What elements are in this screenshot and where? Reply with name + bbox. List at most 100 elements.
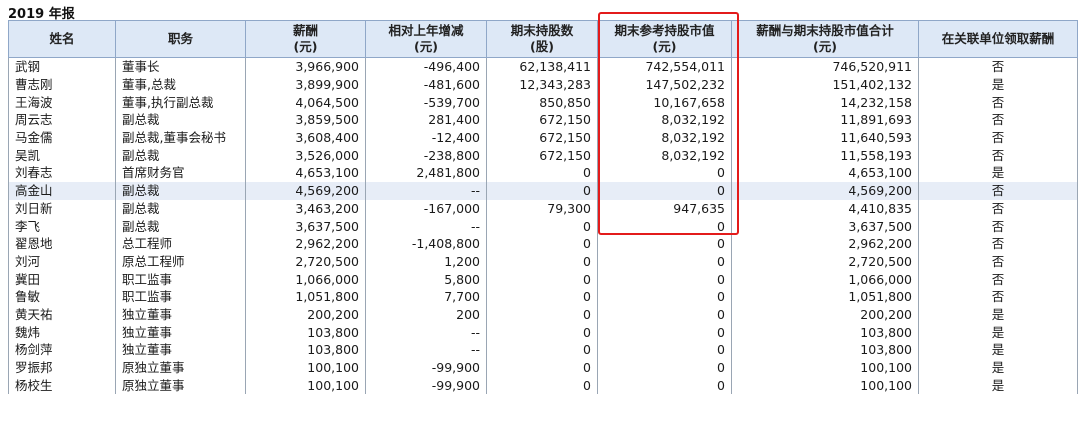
cell-position: 董事长 (115, 57, 246, 76)
cell-related: 是 (918, 358, 1078, 377)
cell-salary: 4,653,100 (245, 164, 366, 182)
table-row: 翟恩地 总工程师 2,962,200 -1,408,800 0 0 2,962,200 否 (8, 234, 1078, 253)
cell-related: 否 (918, 128, 1078, 147)
cell-market-value: 0 (597, 234, 732, 253)
cell-total: 4,410,835 (731, 199, 919, 218)
cell-related: 是 (918, 75, 1078, 94)
cell-position: 原独立董事 (115, 358, 246, 377)
cell-salary: 3,859,500 (245, 111, 366, 129)
cell-position: 原总工程师 (115, 252, 246, 271)
cell-market-value: 0 (597, 270, 732, 288)
cell-market-value: 0 (597, 252, 732, 271)
cell-change: 2,481,800 (365, 164, 487, 182)
cell-shares: 0 (486, 217, 598, 235)
cell-name: 刘河 (8, 252, 116, 271)
cell-total: 1,051,800 (731, 287, 919, 306)
cell-shares: 0 (486, 164, 598, 182)
cell-shares: 0 (486, 270, 598, 288)
cell-name: 刘春志 (8, 164, 116, 182)
cell-total: 200,200 (731, 305, 919, 324)
cell-name: 冀田 (8, 270, 116, 288)
cell-salary: 1,066,000 (245, 270, 366, 288)
cell-name: 高金山 (8, 181, 116, 200)
cell-total: 103,800 (731, 341, 919, 359)
cell-shares: 0 (486, 305, 598, 324)
cell-name: 吴凯 (8, 146, 116, 165)
cell-total: 4,653,100 (731, 164, 919, 182)
cell-position: 总工程师 (115, 234, 246, 253)
cell-position: 首席财务官 (115, 164, 246, 182)
cell-shares: 0 (486, 181, 598, 200)
cell-position: 副总裁,董事会秘书 (115, 128, 246, 147)
cell-shares: 850,850 (486, 93, 598, 112)
cell-salary: 2,720,500 (245, 252, 366, 271)
cell-market-value: 0 (597, 164, 732, 182)
cell-name: 黄天祐 (8, 305, 116, 324)
table-row: 鲁敏 职工监事 1,051,800 7,700 0 0 1,051,800 否 (8, 287, 1078, 306)
cell-name: 杨剑萍 (8, 341, 116, 359)
cell-total: 11,891,693 (731, 111, 919, 129)
cell-market-value: 0 (597, 181, 732, 200)
cell-total: 2,962,200 (731, 234, 919, 253)
cell-name: 杨校生 (8, 376, 116, 395)
cell-total: 4,569,200 (731, 181, 919, 200)
cell-shares: 79,300 (486, 199, 598, 218)
cell-related: 否 (918, 252, 1078, 271)
cell-total: 1,066,000 (731, 270, 919, 288)
cell-shares: 672,150 (486, 146, 598, 165)
cell-salary: 4,569,200 (245, 181, 366, 200)
cell-related: 否 (918, 181, 1078, 200)
table-row: 高金山 副总裁 4,569,200 -- 0 0 4,569,200 否 (8, 181, 1078, 200)
table-row: 吴凯 副总裁 3,526,000 -238,800 672,150 8,032,192 11… (8, 146, 1078, 165)
cell-salary: 103,800 (245, 323, 366, 341)
cell-change: -481,600 (365, 75, 487, 94)
cell-position: 副总裁 (115, 181, 246, 200)
header-position: 职务 (115, 20, 246, 58)
cell-position: 职工监事 (115, 270, 246, 288)
cell-shares: 0 (486, 341, 598, 359)
table-row: 杨校生 原独立董事 100,100 -99,900 0 0 100,100 是 (8, 376, 1078, 395)
cell-related: 是 (918, 164, 1078, 182)
cell-salary: 103,800 (245, 341, 366, 359)
cell-change: 7,700 (365, 287, 487, 306)
cell-name: 曹志刚 (8, 75, 116, 94)
cell-salary: 3,637,500 (245, 217, 366, 235)
cell-change: -99,900 (365, 376, 487, 395)
table-row: 王海波 董事,执行副总裁 4,064,500 -539,700 850,850 10,16… (8, 93, 1078, 112)
cell-change: 200 (365, 305, 487, 324)
cell-market-value: 8,032,192 (597, 111, 732, 129)
cell-change: -- (365, 323, 487, 341)
cell-total: 103,800 (731, 323, 919, 341)
cell-position: 职工监事 (115, 287, 246, 306)
cell-related: 否 (918, 287, 1078, 306)
header-row: 姓名 职务 薪酬 (元) 相对上年增减 (元) 期末持股数 (股) 期末参考持股市值(… (8, 20, 1078, 58)
cell-name: 王海波 (8, 93, 116, 112)
cell-related: 否 (918, 111, 1078, 129)
cell-total: 151,402,132 (731, 75, 919, 94)
cell-change: -238,800 (365, 146, 487, 165)
cell-market-value: 147,502,232 (597, 75, 732, 94)
cell-salary: 100,100 (245, 376, 366, 395)
cell-salary: 2,962,200 (245, 234, 366, 253)
cell-position: 原独立董事 (115, 376, 246, 395)
cell-change: -99,900 (365, 358, 487, 377)
cell-shares: 0 (486, 358, 598, 377)
cell-market-value: 947,635 (597, 199, 732, 218)
table-row: 马金儒 副总裁,董事会秘书 3,608,400 -12,400 672,150 8,032… (8, 128, 1078, 147)
cell-market-value: 8,032,192 (597, 128, 732, 147)
cell-shares: 0 (486, 323, 598, 341)
cell-change: -- (365, 181, 487, 200)
cell-position: 副总裁 (115, 199, 246, 218)
cell-position: 董事,总裁 (115, 75, 246, 94)
header-name: 姓名 (8, 20, 116, 58)
cell-shares: 0 (486, 376, 598, 395)
cell-position: 副总裁 (115, 111, 246, 129)
cell-related: 否 (918, 270, 1078, 288)
cell-name: 魏炜 (8, 323, 116, 341)
cell-related: 否 (918, 199, 1078, 218)
table-row: 刘春志 首席财务官 4,653,100 2,481,800 0 0 4,653,100 是 (8, 164, 1078, 182)
cell-shares: 672,150 (486, 111, 598, 129)
cell-related: 否 (918, 93, 1078, 112)
cell-change: -496,400 (365, 57, 487, 76)
header-change: 相对上年增减 (元) (365, 20, 487, 58)
